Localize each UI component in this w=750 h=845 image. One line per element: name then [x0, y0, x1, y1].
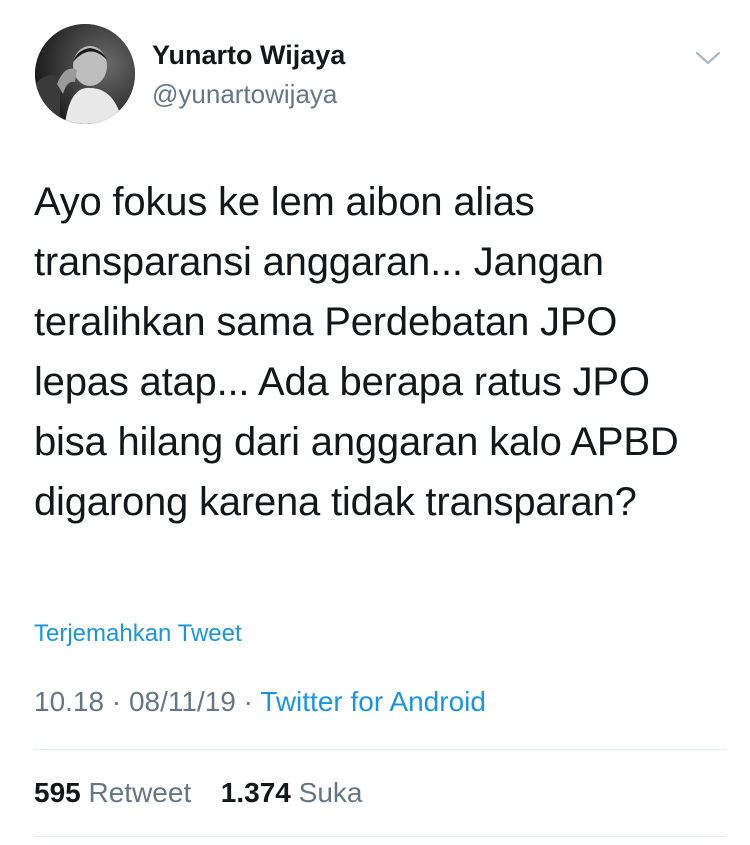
- tweet-text-line: teralihkan sama Perdebatan JPO: [34, 300, 618, 344]
- tweet-detail: Yunarto Wijaya @yunartowijaya Ayo fokus …: [0, 0, 750, 845]
- tweet-text: Ayo fokus ke lem aibon alias transparans…: [34, 172, 734, 532]
- tweet-text-line: lepas atap... Ada berapa ratus JPO: [34, 360, 650, 404]
- avatar[interactable]: [35, 24, 135, 124]
- tweet-source-link[interactable]: Twitter for Android: [260, 686, 486, 717]
- avatar-photo: [35, 24, 135, 124]
- retweet-label: Retweet: [88, 777, 192, 808]
- translate-tweet-link[interactable]: Terjemahkan Tweet: [34, 620, 242, 648]
- like-count: 1.374: [220, 777, 291, 808]
- chevron-down-icon[interactable]: [694, 48, 722, 68]
- tweet-text-line: bisa hilang dari anggaran kalo APBD: [34, 420, 679, 464]
- tweet-meta: 10.18 · 08/11/19 · Twitter for Android: [34, 686, 486, 718]
- retweet-stat[interactable]: 595 Retweet: [34, 777, 199, 808]
- like-label: Suka: [298, 777, 363, 808]
- tweet-date: 08/11/19: [128, 686, 236, 717]
- author-name[interactable]: Yunarto Wijaya: [152, 40, 345, 71]
- tweet-time: 10.18: [34, 686, 105, 717]
- meta-separator: ·: [111, 686, 122, 717]
- tweet-text-line: Ayo fokus ke lem aibon alias: [34, 180, 535, 224]
- tweet-text-line: digarong karena tidak transparan?: [34, 480, 637, 524]
- author-handle[interactable]: @yunartowijaya: [152, 79, 337, 110]
- like-stat[interactable]: 1.374 Suka: [221, 777, 363, 808]
- meta-separator: ·: [243, 686, 253, 717]
- divider: [34, 836, 726, 837]
- tweet-text-line: transparansi anggaran... Jangan: [34, 240, 604, 284]
- divider: [34, 749, 726, 750]
- tweet-stats: 595 Retweet 1.374 Suka: [34, 777, 362, 809]
- retweet-count: 595: [34, 777, 81, 808]
